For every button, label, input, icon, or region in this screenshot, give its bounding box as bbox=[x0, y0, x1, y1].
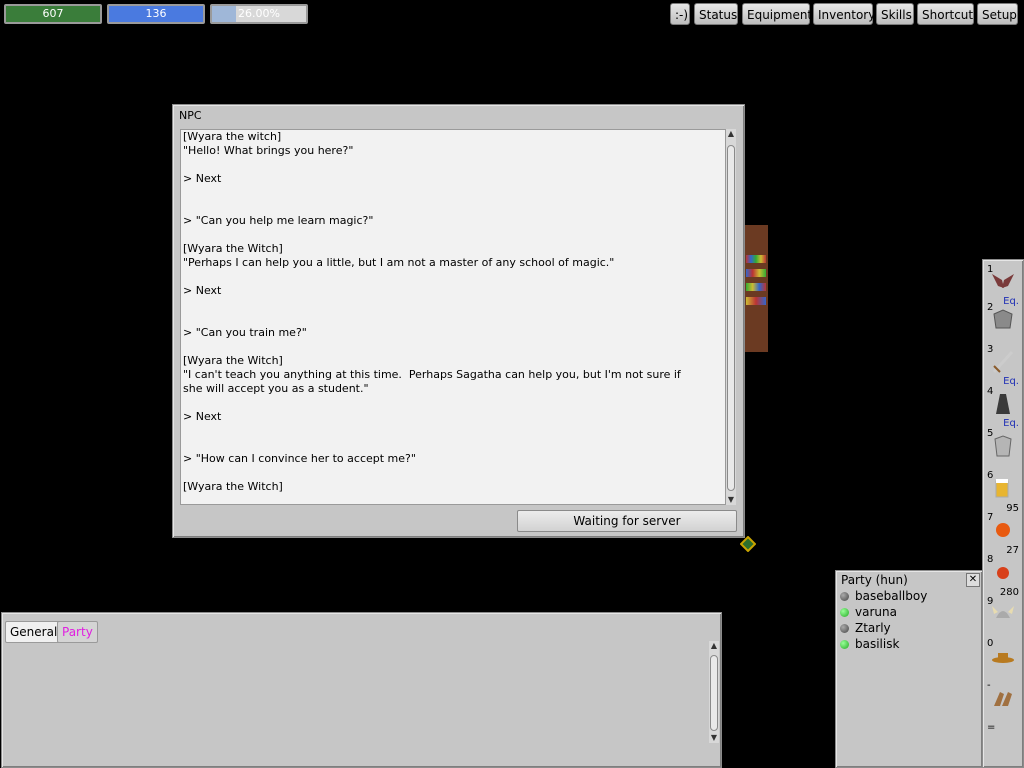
tab-party[interactable]: Party bbox=[57, 621, 98, 643]
tab-general[interactable]: General bbox=[5, 621, 63, 643]
npc-dialog-line bbox=[183, 424, 725, 438]
shortcut-slot[interactable]: 2 bbox=[986, 302, 1020, 344]
shortcut-bar: 1 Eq. 2 3 Eq. 4 Eq. 5 6 95 7 27 8 280 9 bbox=[982, 259, 1024, 768]
tab-party-label: Party bbox=[62, 625, 93, 639]
diamond-cursor-icon bbox=[739, 535, 757, 553]
party-member[interactable]: Ztarly bbox=[840, 620, 891, 636]
setup-button[interactable]: Setup bbox=[977, 3, 1018, 25]
hp-value: 607 bbox=[42, 7, 64, 20]
shortcut-slot[interactable]: 8 280 bbox=[986, 554, 1020, 598]
npc-dialog-line bbox=[183, 438, 725, 452]
npc-dialog-line: [Wyara the witch] bbox=[183, 130, 282, 143]
apple-icon bbox=[997, 567, 1009, 579]
npc-dialog-line bbox=[183, 228, 725, 242]
cowboy-hat-icon bbox=[992, 653, 1014, 663]
party-member-name: basilisk bbox=[855, 637, 900, 651]
npc-dialog-line bbox=[183, 312, 725, 326]
npc-dialog-line: "Perhaps I can help you a little, but I … bbox=[183, 256, 615, 269]
shortcut-slot[interactable]: 9 bbox=[986, 596, 1020, 638]
npc-dialog-line bbox=[183, 200, 725, 214]
npc-dialog-line: [Wyara the Witch] bbox=[183, 242, 283, 255]
orange-icon bbox=[996, 523, 1010, 537]
shortcut-slot[interactable]: 4 Eq. bbox=[986, 386, 1020, 429]
shortcut-slot[interactable]: 6 95 bbox=[986, 470, 1020, 514]
party-member-name: Ztarly bbox=[855, 621, 891, 635]
npc-dialog-line bbox=[183, 298, 725, 312]
npc-dialog-line bbox=[183, 340, 725, 354]
status-button[interactable]: Status bbox=[694, 3, 738, 25]
scroll-down-arrow-icon[interactable]: ▼ bbox=[709, 733, 719, 743]
shortcut-slot[interactable]: = bbox=[986, 722, 1020, 764]
chat-window: General Party ▲ ▼ bbox=[1, 612, 722, 768]
party-member[interactable]: basilisk bbox=[840, 636, 899, 652]
npc-dialog-line: [Wyara the Witch] bbox=[183, 480, 283, 493]
viking-helmet-icon bbox=[992, 606, 1014, 618]
npc-dialog-line: > Next bbox=[183, 410, 222, 423]
shortcut-slot[interactable]: 5 bbox=[986, 428, 1020, 470]
close-icon[interactable]: ✕ bbox=[966, 573, 980, 587]
npc-dialog-scrollbar[interactable]: ▲ ▼ bbox=[726, 129, 736, 505]
tab-general-label: General bbox=[10, 625, 58, 639]
shortcut-slot[interactable]: 7 27 bbox=[986, 512, 1020, 556]
npc-dialog-line bbox=[183, 270, 725, 284]
npc-window: NPC [Wyara the witch] "Hello! What brings… bbox=[172, 104, 745, 538]
armor-chestplate-icon bbox=[993, 309, 1013, 329]
npc-dialog-line: "I can't teach you anything at this time… bbox=[183, 368, 681, 381]
sword-icon bbox=[992, 350, 1014, 374]
npc-dialog-line: she will accept you as a student." bbox=[183, 382, 369, 395]
scroll-thumb[interactable] bbox=[727, 145, 735, 491]
shortcut-button[interactable]: Shortcut bbox=[917, 3, 974, 25]
waiting-for-server-button[interactable]: Waiting for server bbox=[517, 510, 737, 532]
inventory-button[interactable]: Inventory bbox=[813, 3, 875, 25]
party-window-title[interactable]: Party (hun) bbox=[841, 573, 908, 587]
npc-dialog-line: > Next bbox=[183, 284, 222, 297]
chat-scrollbar[interactable]: ▲ ▼ bbox=[709, 641, 719, 743]
xp-bar: 26.00% bbox=[210, 4, 308, 24]
slot-key: = bbox=[987, 722, 996, 733]
party-member[interactable]: varuna bbox=[840, 604, 897, 620]
npc-dialog-line bbox=[183, 186, 725, 200]
offline-status-icon bbox=[840, 592, 849, 601]
offline-status-icon bbox=[840, 624, 849, 633]
shortcut-slot[interactable]: 3 Eq. bbox=[986, 344, 1020, 387]
robe-icon bbox=[996, 394, 1010, 414]
party-member-name: baseballboy bbox=[855, 589, 928, 603]
boots-icon bbox=[994, 692, 1012, 706]
online-status-icon bbox=[840, 640, 849, 649]
scroll-thumb[interactable] bbox=[710, 655, 718, 731]
npc-window-title[interactable]: NPC bbox=[179, 109, 202, 122]
scroll-down-arrow-icon[interactable]: ▼ bbox=[726, 495, 736, 505]
shortcut-slot[interactable]: - bbox=[986, 680, 1020, 722]
beer-mug-icon bbox=[995, 479, 1009, 498]
shortcut-slot[interactable]: 1 Eq. bbox=[986, 264, 1020, 307]
xp-value: 26.00% bbox=[238, 7, 280, 20]
npc-dialog-line: > "Can you train me?" bbox=[183, 326, 307, 339]
party-member-name: varuna bbox=[855, 605, 897, 619]
wing-helmet-icon bbox=[992, 274, 1014, 288]
party-window: Party (hun) ✕ baseballboy varuna Ztarly … bbox=[835, 570, 983, 768]
npc-dialog-line: > "Can you help me learn magic?" bbox=[183, 214, 374, 227]
skills-button[interactable]: Skills bbox=[876, 3, 914, 25]
smiley-button[interactable]: :-) bbox=[670, 3, 690, 25]
shortcut-slot[interactable]: 0 bbox=[986, 638, 1020, 680]
npc-dialog-line: "Hello! What brings you here?" bbox=[183, 144, 354, 157]
mp-bar: 136 bbox=[107, 4, 205, 24]
mp-value: 136 bbox=[145, 7, 167, 20]
online-status-icon bbox=[840, 608, 849, 617]
equipment-button[interactable]: Equipment bbox=[742, 3, 812, 25]
npc-dialog-line bbox=[183, 158, 725, 172]
npc-dialog-text: [Wyara the witch] "Hello! What brings you… bbox=[180, 129, 726, 505]
npc-dialog-line: [Wyara the Witch] bbox=[183, 354, 283, 367]
npc-dialog-line bbox=[183, 466, 725, 480]
npc-dialog-line bbox=[183, 396, 725, 410]
chainmail-shirt-icon bbox=[994, 435, 1012, 457]
scroll-up-arrow-icon[interactable]: ▲ bbox=[726, 129, 736, 139]
npc-dialog-line: > "How can I convince her to accept me?" bbox=[183, 452, 416, 465]
party-member[interactable]: baseballboy bbox=[840, 588, 927, 604]
npc-dialog-line: > Next bbox=[183, 172, 222, 185]
hp-bar: 607 bbox=[4, 4, 102, 24]
scroll-up-arrow-icon[interactable]: ▲ bbox=[709, 641, 719, 651]
bookshelf-scenery bbox=[744, 225, 768, 352]
